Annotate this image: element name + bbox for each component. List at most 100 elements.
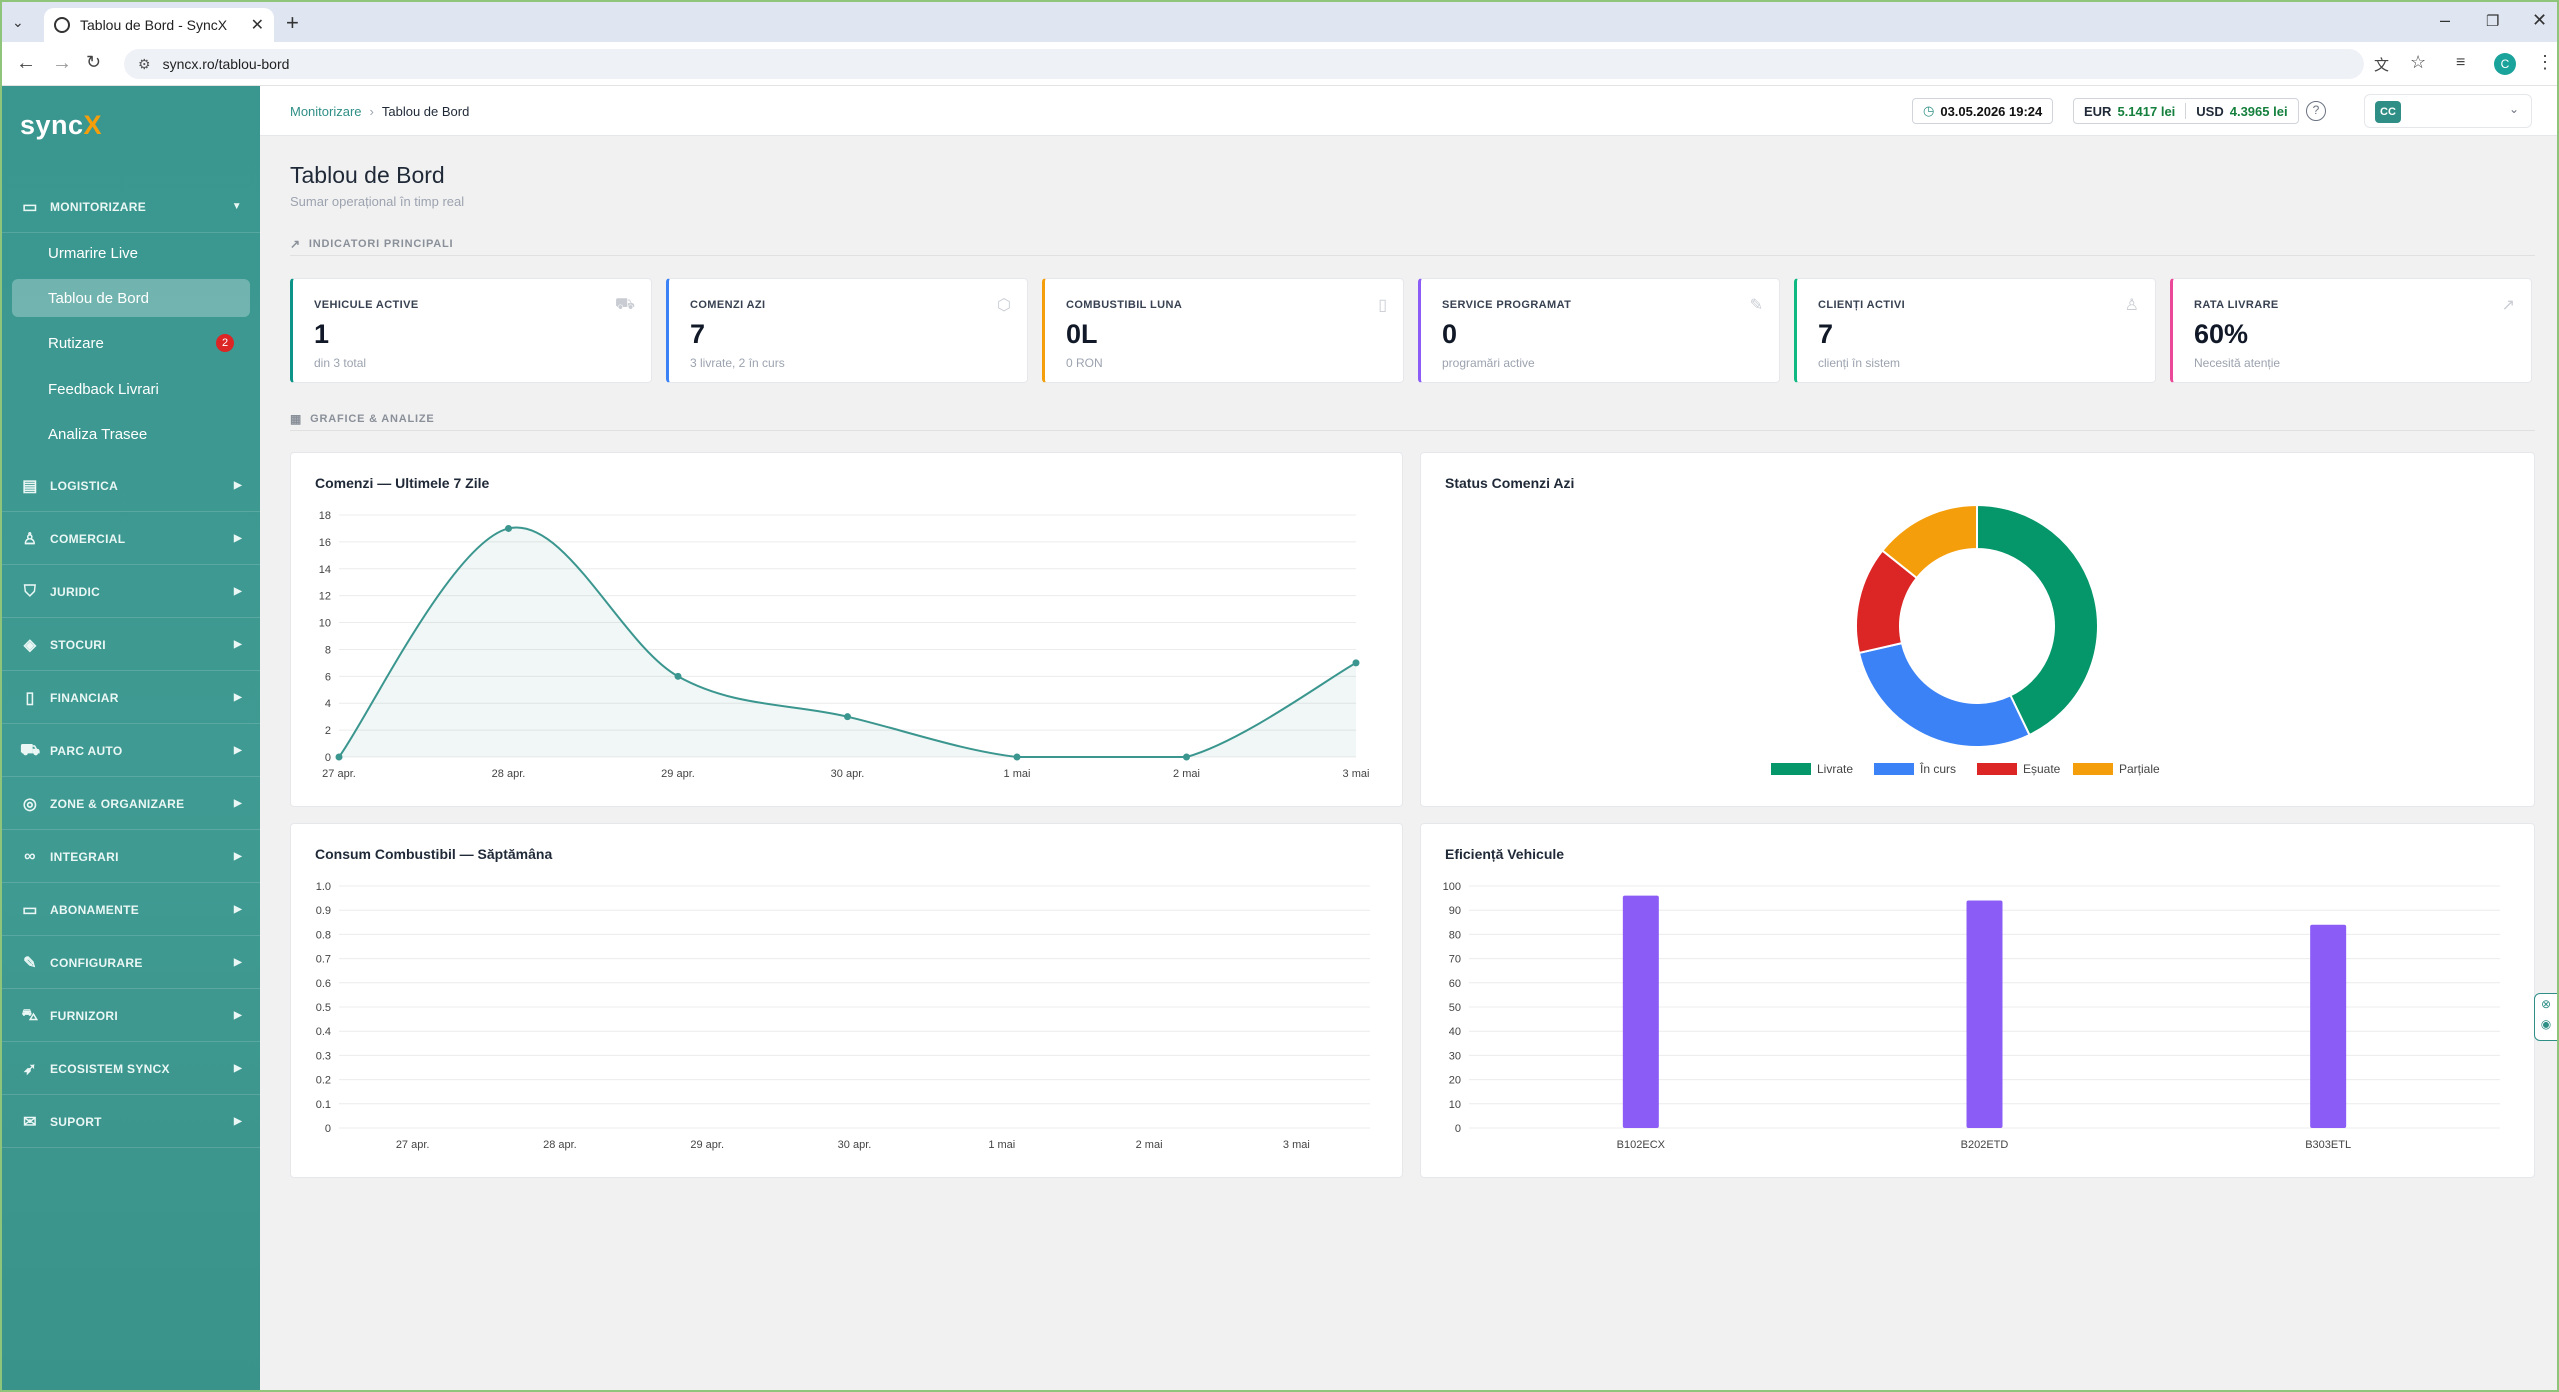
kpi-service-programat[interactable]: ✎ SERVICE PROGRAMAT 0 programări active — [1418, 278, 1780, 383]
data-point — [674, 672, 682, 680]
translate-icon[interactable]: 文 — [2374, 54, 2389, 75]
bookmark-star-icon[interactable]: ☆ — [2410, 52, 2426, 73]
browser-tabstrip: ⌄ Tablou de Bord - SyncX ✕ + – ❐ ✕ — [2, 2, 2557, 42]
area-fill — [339, 527, 1356, 757]
tab-list-icon[interactable]: ⌄ — [12, 14, 24, 31]
sidebar-section-configurare[interactable]: ✎ CONFIGURARE ▶ — [2, 937, 260, 989]
data-point — [1352, 659, 1360, 667]
page-title: Tablou de Bord — [290, 162, 445, 188]
new-tab-icon[interactable]: + — [286, 10, 299, 36]
chevron-right-icon: ▶ — [234, 533, 242, 544]
profile-avatar[interactable]: C — [2494, 53, 2516, 75]
chevron-right-icon: ▶ — [234, 586, 242, 597]
breadcrumb-separator: › — [369, 104, 374, 119]
sidebar-section-parc-auto[interactable]: ⛟ PARC AUTO ▶ — [2, 725, 260, 777]
kpi-value: 7 — [690, 319, 706, 349]
help-icon[interactable]: ? — [2306, 101, 2326, 121]
close-icon[interactable]: ⊗ — [2535, 994, 2557, 1014]
x-tick-label: 30 apr. — [838, 1139, 872, 1151]
kpi-clienti-activi[interactable]: ♙ CLIENȚI ACTIVI 7 clienți în sistem — [1794, 278, 2156, 383]
reading-list-icon[interactable]: ≡ — [2456, 54, 2465, 72]
restore-icon[interactable]: ❐ — [2486, 12, 2499, 30]
kpi-subtext: din 3 total — [314, 356, 367, 370]
y-tick-label: 1.0 — [316, 881, 331, 893]
tab-close-icon[interactable]: ✕ — [251, 15, 264, 35]
usd-rate: 4.3965 lei — [2229, 103, 2288, 119]
rutizare-badge: 2 — [216, 334, 234, 352]
sidebar-section-suport[interactable]: ✉ SUPORT ▶ — [2, 1096, 260, 1148]
site-settings-icon[interactable]: ⚙ — [138, 56, 151, 73]
y-tick-label: 40 — [1449, 1026, 1461, 1038]
kpi-subtext: clienți în sistem — [1818, 356, 1901, 370]
user-menu[interactable]: CC ⌄ — [2364, 94, 2532, 128]
kpi-comenzi-azi[interactable]: ⬡ COMENZI AZI 7 3 livrate, 2 în curs — [666, 278, 1028, 383]
browser-tab[interactable]: Tablou de Bord - SyncX ✕ — [44, 8, 274, 42]
kpi-vehicule-active[interactable]: ⛟ VEHICULE ACTIVE 1 din 3 total — [290, 278, 652, 383]
sidebar-section-integrari[interactable]: ∞ INTEGRARI ▶ — [2, 831, 260, 883]
sidebar-item-rutizare[interactable]: Rutizare 2 — [12, 324, 250, 362]
truck-icon: ⛟ — [20, 741, 41, 759]
y-tick-label: 4 — [325, 698, 331, 710]
legend-label: În curs — [1919, 761, 1956, 776]
address-bar[interactable]: ⚙ syncx.ro/tablou-bord — [124, 49, 2364, 79]
chevron-right-icon: ▶ — [234, 1010, 242, 1021]
chevron-right-icon: ▶ — [234, 639, 242, 650]
sidebar-section-monitorizare[interactable]: ▭ MONITORIZARE ▼ — [2, 181, 260, 233]
y-tick-label: 70 — [1449, 954, 1461, 966]
y-tick-label: 18 — [319, 510, 331, 522]
kpi-combustibil-luna[interactable]: ▯ COMBUSTIBIL LUNA 0L 0 RON — [1042, 278, 1404, 383]
x-tick-label: 28 apr. — [492, 768, 526, 780]
chart-card-status: Status Comenzi Azi Livrate În curs Eșuate P… — [1420, 452, 2535, 807]
sidebar-section-stocuri[interactable]: ◈ STOCURI ▶ — [2, 619, 260, 671]
tab-title: Tablou de Bord - SyncX — [80, 17, 228, 33]
x-tick-label: 3 mai — [1343, 768, 1370, 780]
y-tick-label: 50 — [1449, 1002, 1461, 1014]
sidebar-item-tablou-de-bord[interactable]: Tablou de Bord — [12, 279, 250, 317]
kpi-rata-livrare[interactable]: ↗ RATA LIVRARE 60% Necesită atenție — [2170, 278, 2532, 383]
chevron-right-icon: ▶ — [234, 1116, 242, 1127]
kpi-value: 7 — [1818, 319, 1834, 349]
kpi-subtext: programări active — [1442, 356, 1535, 370]
clock-icon: ◷ — [1923, 103, 1935, 118]
sidebar-item-urmarire-live[interactable]: Urmarire Live — [12, 234, 250, 272]
sidebar-section-juridic[interactable]: ⛉ JURIDIC ▶ — [2, 566, 260, 618]
reload-icon[interactable]: ↻ — [86, 52, 101, 73]
syncx-logo[interactable]: syncX — [20, 110, 102, 141]
chevron-right-icon: ▶ — [234, 798, 242, 809]
y-tick-label: 90 — [1449, 905, 1461, 917]
sidebar-item-analiza-trasee[interactable]: Analiza Trasee — [12, 415, 250, 453]
kpi-label: COMENZI AZI — [690, 299, 766, 311]
x-tick-label: 1 mai — [988, 1139, 1015, 1151]
sidebar-section-ecosistem-syncx[interactable]: ➶ ECOSISTEM SYNCX ▶ — [2, 1043, 260, 1095]
x-tick-label: 28 apr. — [543, 1139, 577, 1151]
sidebar-item-feedback-livrari[interactable]: Feedback Livrari — [12, 370, 250, 408]
legend-label: Eșuate — [2023, 762, 2061, 776]
sidebar-section-financiar[interactable]: ▯ FINANCIAR ▶ — [2, 672, 260, 724]
kpi-value: 1 — [314, 319, 330, 349]
main-content: Monitorizare › Tablou de Bord ◷ 03.05.2026… — [260, 86, 2557, 1390]
sidebar-section-furnizori[interactable]: ⛍ FURNIZORI ▶ — [2, 990, 260, 1042]
floating-widget[interactable]: ⊗ ◉ — [2534, 993, 2557, 1041]
favicon-icon — [54, 17, 70, 33]
mail-icon: ✉ — [23, 1113, 37, 1131]
breadcrumb-parent[interactable]: Monitorizare — [290, 104, 362, 119]
kpi-label: VEHICULE ACTIVE — [314, 299, 419, 311]
sidebar-section-comercial[interactable]: ♙ COMERCIAL ▶ — [2, 513, 260, 565]
chevron-right-icon: ▶ — [234, 1063, 242, 1074]
sidebar-section-zone-organizare[interactable]: ◎ ZONE & ORGANIZARE ▶ — [2, 778, 260, 830]
bar — [1622, 895, 1659, 1128]
sidebar-section-abonamente[interactable]: ▭ ABONAMENTE ▶ — [2, 884, 260, 936]
y-tick-label: 0 — [325, 1123, 331, 1135]
y-tick-label: 0.1 — [316, 1099, 331, 1111]
y-tick-label: 0.5 — [316, 1002, 331, 1014]
window-close-icon[interactable]: ✕ — [2532, 10, 2547, 31]
y-tick-label: 80 — [1449, 929, 1461, 941]
forward-icon[interactable]: → — [52, 52, 72, 75]
back-icon[interactable]: ← — [16, 52, 36, 75]
minimize-icon[interactable]: – — [2440, 10, 2450, 31]
page-subtitle: Sumar operațional în timp real — [290, 194, 465, 209]
settings-icon[interactable]: ◉ — [2535, 1014, 2557, 1034]
sidebar-section-logistica[interactable]: ▤ LOGISTICA ▶ — [2, 460, 260, 512]
browser-menu-icon[interactable]: ⋮ — [2536, 52, 2554, 73]
y-tick-label: 0.6 — [316, 978, 331, 990]
